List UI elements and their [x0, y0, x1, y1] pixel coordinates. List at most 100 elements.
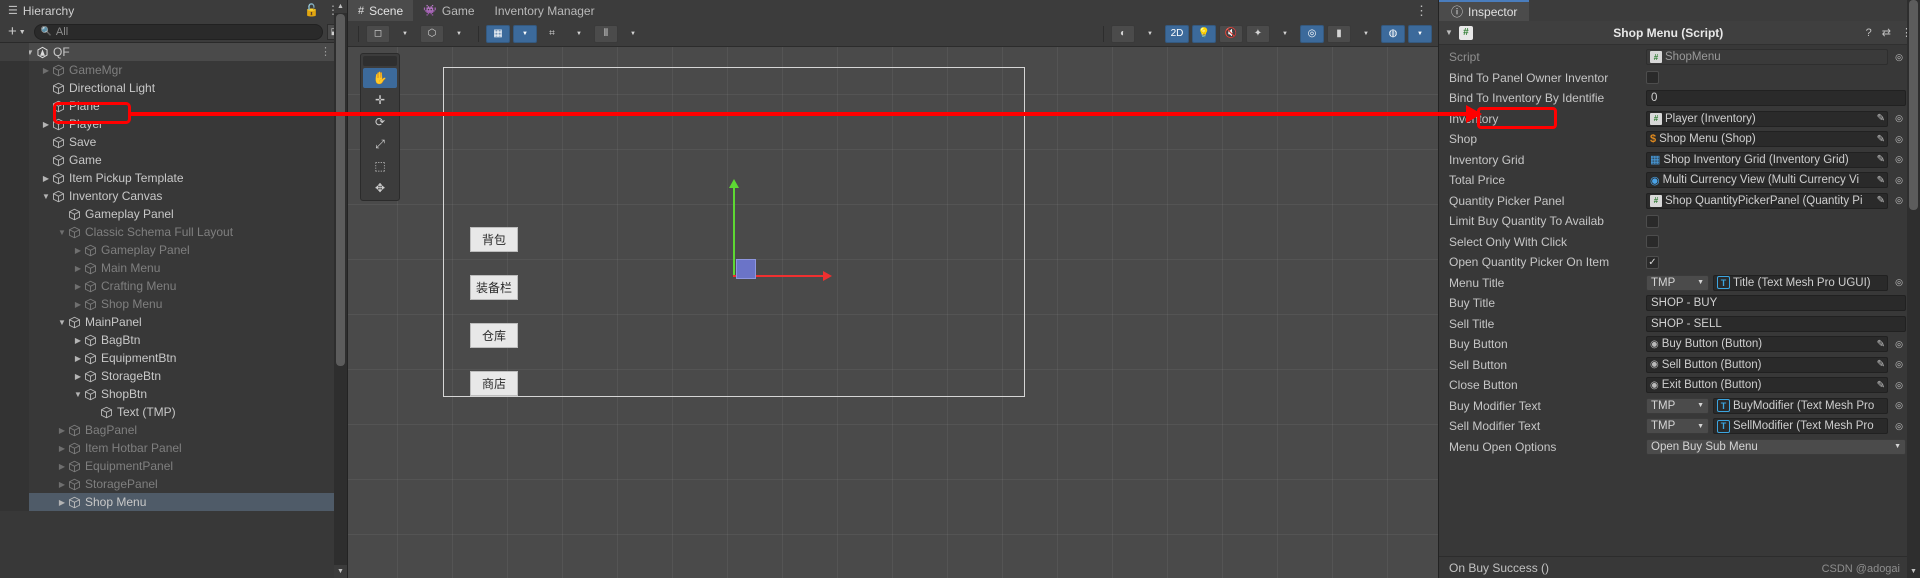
- camera-settings-dropdown[interactable]: ▼: [1354, 25, 1378, 43]
- chevron-right-icon[interactable]: ▶: [40, 102, 52, 111]
- hand-tool[interactable]: ✋: [363, 68, 397, 88]
- toggle-2d-button[interactable]: 2D: [1165, 24, 1189, 43]
- scene-fx-button[interactable]: ⦀: [594, 24, 618, 43]
- object-field-inventory[interactable]: # Player (Inventory) ✎: [1646, 110, 1888, 127]
- hierarchy-item-game[interactable]: ▶ Game: [0, 151, 347, 169]
- help-icon[interactable]: ?: [1864, 27, 1874, 39]
- lighting-toggle[interactable]: 💡: [1192, 24, 1216, 43]
- hierarchy-item-save[interactable]: ▶ Save: [0, 133, 347, 151]
- hierarchy-item-shop-menu[interactable]: ▶ Shop Menu: [0, 295, 347, 313]
- hierarchy-item-gameplay-panel[interactable]: ▶ Gameplay Panel: [0, 241, 347, 259]
- object-field-total-price[interactable]: ◉ Multi Currency View (Multi Currency Vi ✎: [1646, 172, 1888, 189]
- text-field-sell-title[interactable]: SHOP - SELL: [1646, 315, 1906, 332]
- object-field-inventory-grid[interactable]: ▦ Shop Inventory Grid (Inventory Grid) ✎: [1646, 151, 1888, 168]
- chevron-down-icon[interactable]: ▼: [1445, 28, 1453, 37]
- hidden-objects-toggle[interactable]: ◎: [1300, 24, 1324, 43]
- chevron-right-icon[interactable]: ▶: [40, 174, 52, 183]
- scene-ui-button[interactable]: 背包: [470, 227, 518, 252]
- object-field-shop[interactable]: $ Shop Menu (Shop) ✎: [1646, 131, 1888, 148]
- chevron-right-icon[interactable]: ▶: [56, 444, 68, 453]
- chevron-right-icon[interactable]: ▶: [72, 300, 84, 309]
- hierarchy-scrollbar[interactable]: ▲ ▼: [334, 0, 347, 578]
- edit-pencil-icon[interactable]: ✎: [1877, 380, 1885, 391]
- chevron-right-icon[interactable]: ▶: [72, 282, 84, 291]
- hierarchy-item-item-hotbar-panel[interactable]: ▶ Item Hotbar Panel: [0, 439, 347, 457]
- object-field-close-button[interactable]: ◉ Exit Button (Button) ✎: [1646, 377, 1888, 394]
- hierarchy-item-storagepanel[interactable]: ▶ StoragePanel: [0, 475, 347, 493]
- object-field-sell-modifier-text[interactable]: T SellModifier (Text Mesh Pro: [1713, 418, 1888, 435]
- tmp-type-select-buy-modifier-text[interactable]: TMP ▼: [1646, 397, 1709, 414]
- grid-snap-dropdown[interactable]: ▼: [567, 25, 591, 43]
- tab-hierarchy[interactable]: ☰ Hierarchy: [0, 0, 87, 21]
- hierarchy-item-mainpanel[interactable]: ▼ MainPanel: [0, 313, 347, 331]
- hierarchy-item-storagebtn[interactable]: ▶ StorageBtn: [0, 367, 347, 385]
- gizmos-toggle[interactable]: ◍: [1381, 24, 1405, 43]
- object-picker-icon[interactable]: ◎: [1892, 399, 1906, 413]
- gizmos-dropdown[interactable]: ▼: [1408, 24, 1432, 43]
- tmp-type-select-menu-title[interactable]: TMP ▼: [1646, 274, 1709, 291]
- object-field-script[interactable]: # ShopMenu: [1646, 49, 1888, 66]
- lock-icon[interactable]: 🔓: [304, 3, 319, 17]
- object-field-buy-button[interactable]: ◉ Buy Button (Button) ✎: [1646, 336, 1888, 353]
- edit-pencil-icon[interactable]: ✎: [1877, 359, 1885, 370]
- object-picker-icon[interactable]: ◎: [1892, 194, 1906, 208]
- chevron-down-icon[interactable]: ▼: [56, 228, 68, 237]
- object-picker-icon[interactable]: ◎: [1892, 50, 1906, 64]
- scroll-down-icon[interactable]: ▼: [1907, 565, 1920, 578]
- edit-pencil-icon[interactable]: ✎: [1877, 195, 1885, 206]
- camera-settings-button[interactable]: ▮: [1327, 24, 1351, 43]
- edit-pencil-icon[interactable]: ✎: [1877, 154, 1885, 165]
- inspector-scrollbar[interactable]: ▼: [1907, 0, 1920, 578]
- object-picker-icon[interactable]: ◎: [1892, 173, 1906, 187]
- grid-snap-button[interactable]: ⌗: [540, 25, 564, 43]
- draw-mode-button[interactable]: ⬡: [420, 24, 444, 43]
- object-field-sell-button[interactable]: ◉ Sell Button (Button) ✎: [1646, 356, 1888, 373]
- scene-ui-button[interactable]: 商店: [470, 371, 518, 396]
- scene-viewport[interactable]: ✋ ✛ ⟳ ⤢ ⬚ ✥ 背包 装备栏 仓库 商店: [348, 47, 1438, 578]
- object-picker-icon[interactable]: ◎: [1892, 378, 1906, 392]
- checkbox-select-only-with-click[interactable]: [1646, 235, 1659, 249]
- audio-toggle[interactable]: 🔇: [1219, 24, 1243, 43]
- hierarchy-item-equipmentpanel[interactable]: ▶ EquipmentPanel: [0, 457, 347, 475]
- chevron-right-icon[interactable]: ▶: [72, 246, 84, 255]
- scale-tool[interactable]: ⤢: [363, 134, 397, 154]
- chevron-right-icon[interactable]: ▶: [72, 264, 84, 273]
- object-picker-icon[interactable]: ◎: [1892, 153, 1906, 167]
- chevron-right-icon[interactable]: ▶: [56, 498, 68, 507]
- object-picker-icon[interactable]: ◎: [1892, 337, 1906, 351]
- hierarchy-item-qf[interactable]: ▼ QF ⋮: [0, 43, 347, 61]
- object-picker-icon[interactable]: ◎: [1892, 419, 1906, 433]
- chevron-right-icon[interactable]: ▶: [40, 84, 52, 93]
- hierarchy-item-shopbtn[interactable]: ▼ ShopBtn: [0, 385, 347, 403]
- checkbox-limit-buy-quantity-to-availab[interactable]: [1646, 214, 1659, 228]
- create-object-button[interactable]: + ▼: [4, 23, 30, 40]
- edit-pencil-icon[interactable]: ✎: [1877, 175, 1885, 186]
- hierarchy-item-equipmentbtn[interactable]: ▶ EquipmentBtn: [0, 349, 347, 367]
- hierarchy-item-bagpanel[interactable]: ▶ BagPanel: [0, 421, 347, 439]
- chevron-right-icon[interactable]: ▶: [40, 138, 52, 147]
- hierarchy-item-shop-menu[interactable]: ▶ Shop Menu: [0, 493, 347, 511]
- rect-tool[interactable]: ⬚: [363, 156, 397, 176]
- chevron-right-icon[interactable]: ▶: [56, 210, 68, 219]
- chevron-right-icon[interactable]: ▶: [40, 66, 52, 75]
- hierarchy-item-classic-schema-full-layout[interactable]: ▼ Classic Schema Full Layout: [0, 223, 347, 241]
- hierarchy-item-inventory-canvas[interactable]: ▼ Inventory Canvas: [0, 187, 347, 205]
- hierarchy-item-item-pickup-template[interactable]: ▶ Item Pickup Template: [0, 169, 347, 187]
- hierarchy-item-plane[interactable]: ▶ Plane: [0, 97, 347, 115]
- tab-inventory-manager[interactable]: Inventory Manager: [485, 0, 605, 21]
- edit-pencil-icon[interactable]: ✎: [1877, 134, 1885, 145]
- hierarchy-item-text-tmp-[interactable]: ▶ Text (TMP): [0, 403, 347, 421]
- kebab-menu-icon[interactable]: ⋮: [320, 45, 331, 58]
- scene-ui-button[interactable]: 仓库: [470, 323, 518, 348]
- hierarchy-item-gameplay-panel[interactable]: ▶ Gameplay Panel: [0, 205, 347, 223]
- scene-ui-button[interactable]: 装备栏: [470, 275, 518, 300]
- tool-palette-handle[interactable]: [363, 56, 397, 66]
- checkbox-bind-to-panel-owner-inventor[interactable]: [1646, 71, 1659, 85]
- object-field-menu-title[interactable]: T Title (Text Mesh Pro UGUI): [1713, 274, 1888, 291]
- hierarchy-item-crafting-menu[interactable]: ▶ Crafting Menu: [0, 277, 347, 295]
- scene-visibility-dropdown[interactable]: ▼: [1138, 25, 1162, 43]
- checkbox-open-quantity-picker-on-item[interactable]: ✓: [1646, 255, 1659, 269]
- chevron-right-icon[interactable]: ▶: [72, 354, 84, 363]
- grid-visibility-button[interactable]: ▦: [486, 24, 510, 43]
- chevron-down-icon[interactable]: ▼: [40, 192, 52, 201]
